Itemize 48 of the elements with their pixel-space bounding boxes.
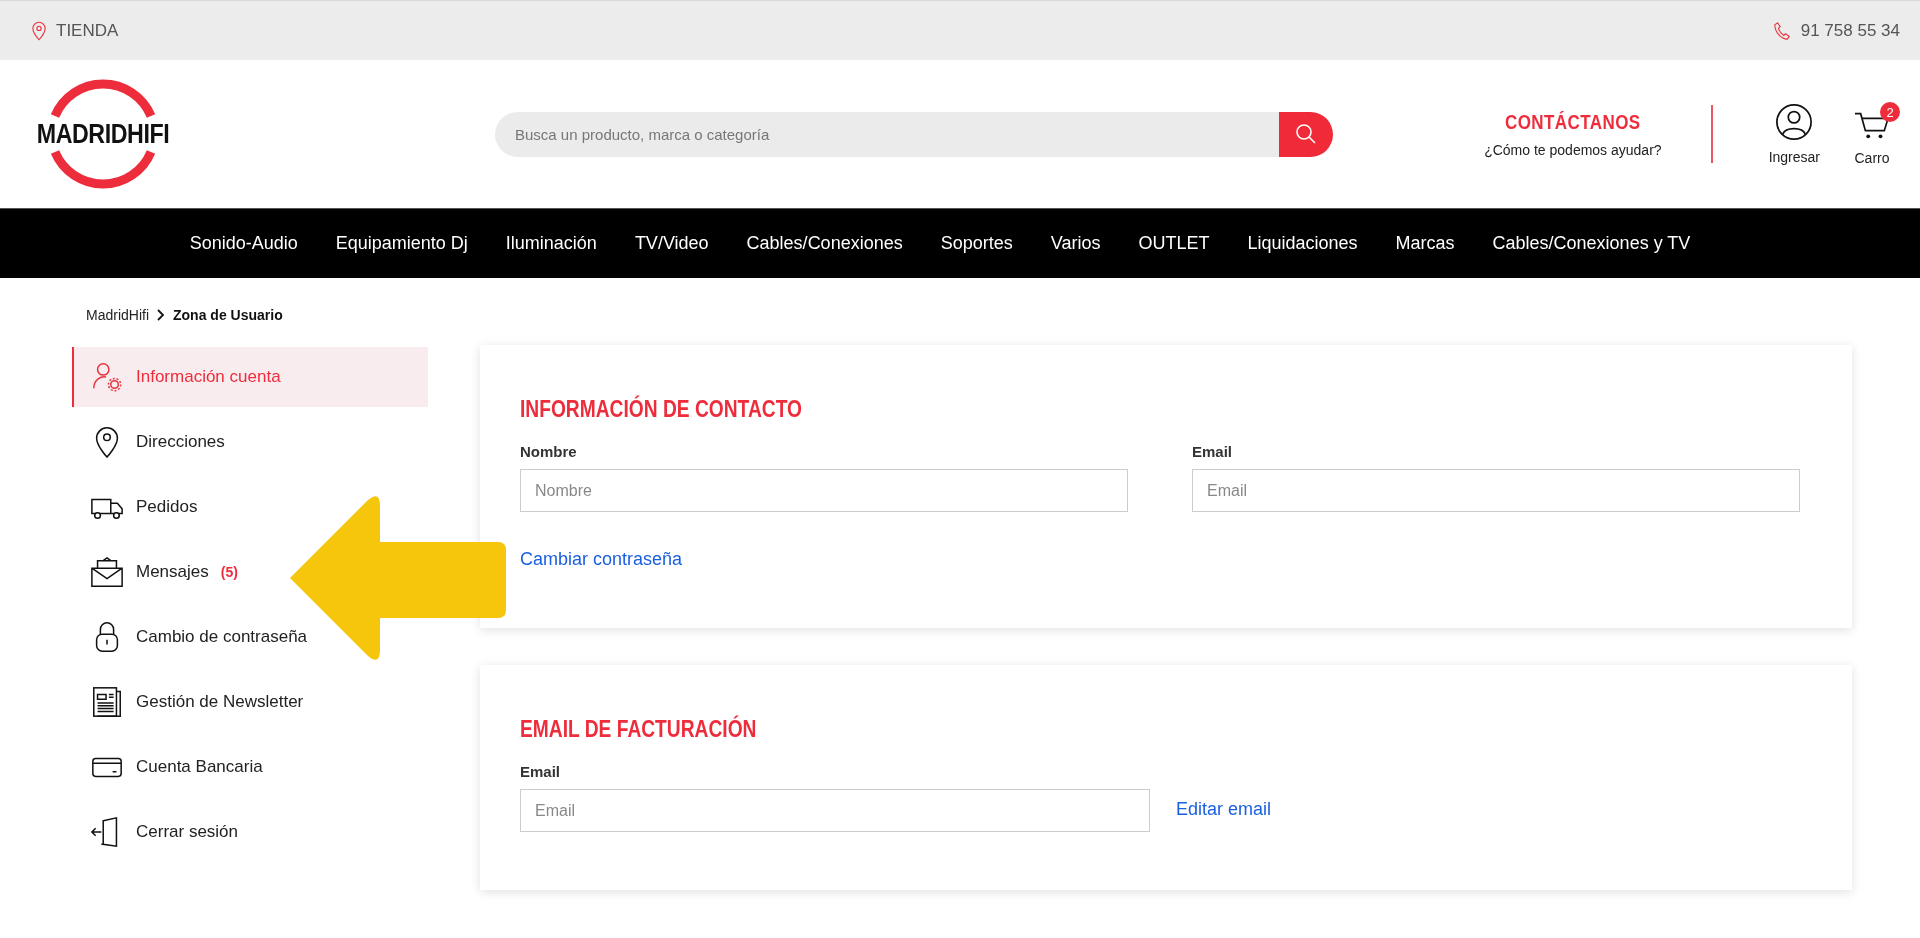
field-label: Nombre [520, 443, 578, 460]
message-count: (5) [220, 564, 238, 580]
nav-link[interactable]: Equipamiento Dj [335, 233, 468, 254]
nav-link[interactable]: TV/Video [634, 233, 709, 254]
change-password-link[interactable]: Cambiar contraseña [520, 549, 683, 570]
sidebar-item[interactable]: Cerrar sesión [72, 802, 251, 862]
sidebar-item[interactable]: Información cuenta [72, 347, 428, 407]
edit-email-link[interactable]: Editar email [1176, 799, 1272, 820]
user-icon [90, 360, 124, 394]
sidebar-item[interactable]: Mensajes (5) [72, 542, 250, 602]
phone-number[interactable]: 91 758 55 34 [1800, 20, 1900, 41]
section-title: INFORMACIÓN DE CONTACTO [520, 395, 803, 423]
sidebar-item[interactable]: Cambio de contraseña [72, 607, 320, 667]
cart-button[interactable]: Carro 2 [1844, 102, 1900, 166]
nav-link[interactable]: Cables/Conexiones y TV [1492, 233, 1691, 254]
input-field[interactable]: Email [1192, 469, 1800, 512]
sidebar-item[interactable]: Direcciones [72, 412, 237, 472]
mail-icon [90, 555, 124, 589]
contact-subtitle[interactable]: ¿Cómo te podemos ayudar? [1484, 141, 1662, 158]
sidebar-item[interactable]: Pedidos [72, 477, 210, 537]
sidebar-item[interactable]: Gestión de Newsletter [72, 672, 316, 732]
chevron-right-icon [157, 309, 165, 321]
field-label: Email [1192, 443, 1234, 460]
phone-icon [1772, 20, 1791, 41]
nav-link[interactable]: Marcas [1395, 233, 1455, 254]
breadcrumb-link[interactable]: MadridHifi [86, 307, 149, 323]
nav-link[interactable]: Liquidaciones [1247, 233, 1358, 254]
field-label: Email [520, 763, 562, 780]
nav-link[interactable]: Iluminación [505, 233, 597, 254]
nav-link[interactable]: Soportes [940, 233, 1013, 254]
input-field[interactable]: Nombre [520, 469, 1128, 512]
nav-link[interactable]: Varios [1050, 233, 1101, 254]
pin-icon [32, 20, 46, 41]
news-icon [90, 685, 124, 719]
search-button[interactable] [1279, 111, 1334, 157]
input-field[interactable]: Email [520, 789, 1150, 832]
nav-link[interactable]: Cables/Conexiones [746, 233, 903, 254]
contact-title[interactable]: CONTÁCTANOS [1505, 110, 1641, 134]
search-field[interactable]: Busca un producto, marca o categoría [495, 111, 1280, 157]
sidebar-item[interactable]: Cuenta Bancaria [72, 737, 275, 797]
cart-count-badge: 2 [1880, 102, 1900, 122]
user-icon [1775, 103, 1814, 141]
logo[interactable]: MADRIDHIFI [36, 118, 170, 150]
store-link[interactable]: TIENDA [56, 20, 119, 41]
nav-link[interactable]: OUTLET [1138, 233, 1210, 254]
section-title: EMAIL DE FACTURACIÓN [520, 715, 758, 743]
login-button[interactable]: Ingresar [1768, 103, 1820, 165]
nav-link[interactable]: Sonido-Audio [189, 233, 298, 254]
